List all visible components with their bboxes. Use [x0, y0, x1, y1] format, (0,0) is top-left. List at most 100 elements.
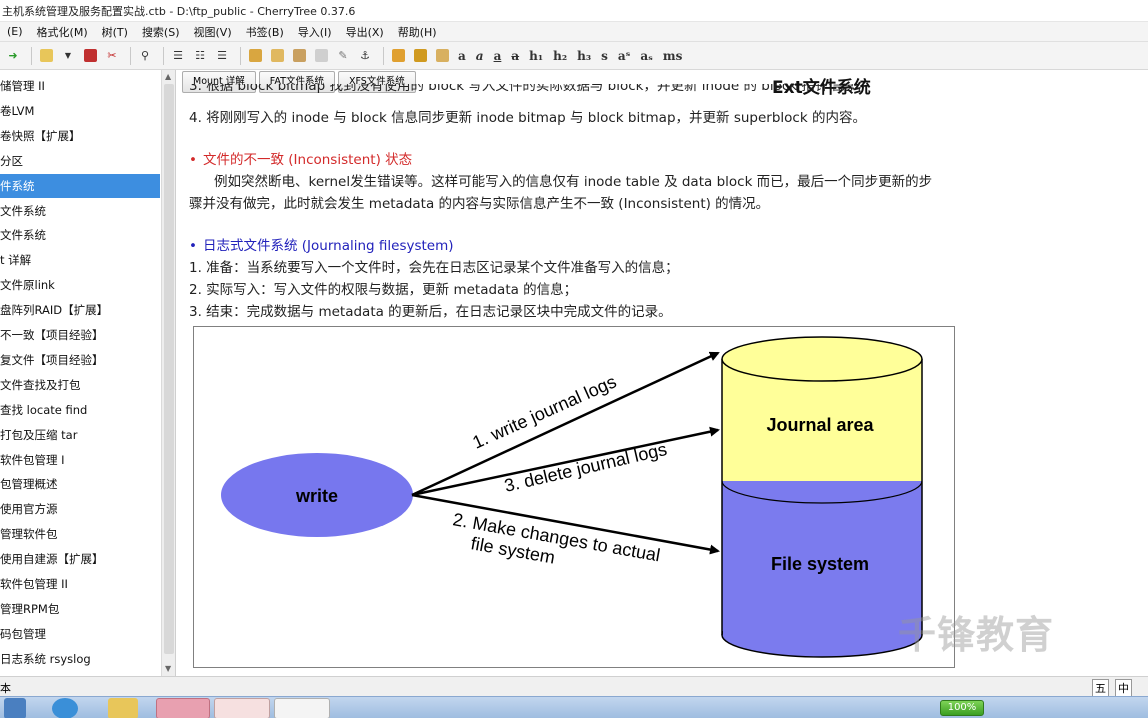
bullet-list-icon[interactable]: ☰ — [169, 47, 187, 65]
paragraph-line-2: 骤并没有做完，此时就会发生 metadata 的内容与实际信息产生不一致 (In… — [189, 196, 770, 212]
tree-node[interactable]: 包管理概述 — [0, 472, 160, 496]
tree-node[interactable]: 打包及压缩 tar — [0, 423, 160, 447]
insert-table-icon[interactable] — [268, 47, 286, 65]
title-bar: 主机系统管理及服务配置实战.ctb - D:\ftp_public - Cher… — [0, 0, 1148, 22]
paragraph-line-1: 例如突然断电、kernel发生错误等。这样可能写入的信息仅有 inode tab… — [214, 174, 933, 190]
superscript-icon[interactable]: aˢ — [615, 47, 634, 65]
tree-node[interactable]: 件系统 — [0, 173, 160, 198]
insert-image-icon[interactable] — [246, 47, 264, 65]
toolbar-separator — [240, 46, 241, 65]
tree-node[interactable]: 使用自建源【扩展】 — [0, 547, 160, 571]
tree-node[interactable]: 分区 — [0, 149, 160, 173]
small-icon[interactable]: s — [598, 47, 611, 65]
taskbar-app-button[interactable] — [156, 698, 210, 718]
tree-node[interactable]: 码包管理 — [0, 622, 160, 646]
bold-icon[interactable]: a — [455, 47, 469, 65]
dropdown-arrow-icon[interactable]: ▼ — [59, 47, 77, 65]
tree-node[interactable]: 文件系统 — [0, 223, 160, 247]
strikethrough-icon[interactable]: a — [508, 47, 522, 65]
menu-import[interactable]: 导入(I) — [291, 24, 339, 40]
menu-view[interactable]: 视图(V) — [187, 24, 239, 40]
tree-panel: 储管理 II 卷LVM 卷快照【扩展】 分区 件系统 文件系统 文件系统 t 详解 文件原lin… — [0, 70, 176, 676]
menu-tree[interactable]: 树(T) — [95, 24, 135, 40]
go-forward-icon[interactable]: ➜ — [4, 47, 22, 65]
battery-indicator[interactable]: 100% — [940, 700, 984, 716]
tree-node[interactable]: 管理RPM包 — [0, 597, 160, 621]
h2-icon[interactable]: h₂ — [550, 47, 570, 65]
subscript-icon[interactable]: aₛ — [637, 47, 656, 65]
search-icon[interactable]: ⚲ — [136, 47, 154, 65]
menu-export[interactable]: 导出(X) — [339, 24, 391, 40]
highlight-color-icon[interactable] — [411, 47, 429, 65]
ime-indicator: 五 中 — [1092, 679, 1132, 697]
tree-node[interactable]: t 详解 — [0, 248, 160, 272]
tree-node[interactable]: 储管理 II — [0, 74, 160, 98]
menu-search[interactable]: 搜索(S) — [135, 24, 187, 40]
open-folder-icon[interactable] — [37, 47, 55, 65]
node-editor: Mount 详解 FAT文件系统 XFS文件系统 Ext文件系统 3. 根据 b… — [178, 70, 1148, 676]
tree-node[interactable]: 软件包管理 I — [0, 448, 160, 472]
tree-node[interactable]: 使用官方源 — [0, 497, 160, 521]
tree-node[interactable]: 日志系统 rsyslog — [0, 647, 160, 671]
insert-link-icon[interactable]: ✎ — [334, 47, 352, 65]
ime-chinese[interactable]: 中 — [1115, 679, 1132, 697]
heading-journaling: • 日志式文件系统 (Journaling filesystem) — [189, 238, 454, 254]
italic-icon[interactable]: a — [473, 47, 487, 65]
start-button[interactable] — [4, 698, 26, 718]
insert-anchor-icon[interactable]: ⚓ — [356, 47, 374, 65]
tree-scrollbar[interactable]: ▲ ▼ — [161, 70, 175, 676]
toolbar-separator — [130, 46, 131, 65]
tree-node[interactable]: 复文件【项目经验】 — [0, 348, 160, 372]
tree-node[interactable]: 卷快照【扩展】 — [0, 124, 160, 148]
numbered-list-icon[interactable]: ☷ — [191, 47, 209, 65]
list-item-3: 3. 结束：完成数据与 metadata 的更新后，在日志记录区块中完成文件的记… — [189, 304, 672, 320]
list-item-2: 2. 实际写入：写入文件的权限与数据，更新 metadata 的信息； — [189, 282, 578, 298]
insert-codebox-icon[interactable] — [290, 47, 308, 65]
todo-list-icon[interactable]: ☰ — [213, 47, 231, 65]
scroll-up-icon[interactable]: ▲ — [165, 72, 171, 81]
menu-format[interactable]: 格式化(M) — [30, 24, 95, 40]
tree-node[interactable]: 查找 locate find — [0, 398, 160, 422]
scrollbar-thumb[interactable] — [164, 84, 174, 654]
menu-bar: (E) 格式化(M) 树(T) 搜索(S) 视图(V) 书签(B) 导入(I) … — [0, 22, 1148, 42]
list-item-1: 1. 准备：当系统要写入一个文件时，会先在日志区记录某个文件准备写入的信息； — [189, 260, 679, 276]
explorer-icon[interactable] — [108, 698, 138, 718]
underline-icon[interactable]: a — [491, 47, 505, 65]
bullet-dot: • — [189, 152, 197, 168]
tree-node[interactable]: 不一致【项目经验】 — [0, 323, 160, 347]
tree-node[interactable]: 盘阵列RAID【扩展】 — [0, 298, 160, 322]
tree-node[interactable]: 管理软件包 — [0, 522, 160, 546]
menu-bookmarks[interactable]: 书签(B) — [239, 24, 291, 40]
cylinder-fill — [723, 607, 921, 635]
diagram-svg: write Journal area File system 1. write … — [221, 336, 923, 658]
menu-help[interactable]: 帮助(H) — [391, 24, 444, 40]
text-line-4: 4. 将刚刚写入的 inode 与 block 信息同步更新 inode bit… — [189, 110, 866, 126]
text-color-icon[interactable] — [389, 47, 407, 65]
h3-icon[interactable]: h₃ — [574, 47, 594, 65]
export-pdf-icon[interactable]: ✂ — [103, 47, 121, 65]
cherrytree-icon[interactable] — [214, 698, 270, 718]
h1-icon[interactable]: h₁ — [526, 47, 546, 65]
heading-inconsistent: • 文件的不一致 (Inconsistent) 状态 — [189, 152, 413, 168]
save-icon[interactable] — [81, 47, 99, 65]
tree-node[interactable]: 文件系统 — [0, 199, 160, 223]
toolbar-separator — [31, 46, 32, 65]
cylinder-top — [721, 336, 923, 382]
tree-node[interactable]: 文件查找及打包 — [0, 373, 160, 397]
cherrytree-window: 主机系统管理及服务配置实战.ctb - D:\ftp_public - Cher… — [0, 0, 1148, 718]
toolbar-separator — [383, 46, 384, 65]
write-label: write — [295, 486, 338, 506]
clear-format-icon[interactable] — [433, 47, 451, 65]
toolbar: ➜ ▼ ✂ ⚲ ☰ ☷ ☰ ✎ ⚓ a a a a h₁ h₂ h₃ s aˢ … — [0, 42, 1148, 70]
scroll-down-icon[interactable]: ▼ — [165, 664, 171, 673]
file-system-label: File system — [771, 554, 869, 574]
ime-wubi[interactable]: 五 — [1092, 679, 1109, 697]
tree-node[interactable]: 卷LVM — [0, 99, 160, 123]
menu-edit[interactable]: (E) — [0, 25, 30, 38]
monospace-icon[interactable]: ms — [660, 47, 685, 65]
tree-node[interactable]: 软件包管理 II — [0, 572, 160, 596]
ie-icon[interactable] — [52, 698, 78, 718]
pdf-reader-icon[interactable] — [274, 698, 330, 718]
insert-file-icon[interactable] — [312, 47, 330, 65]
tree-node[interactable]: 文件原link — [0, 273, 160, 297]
